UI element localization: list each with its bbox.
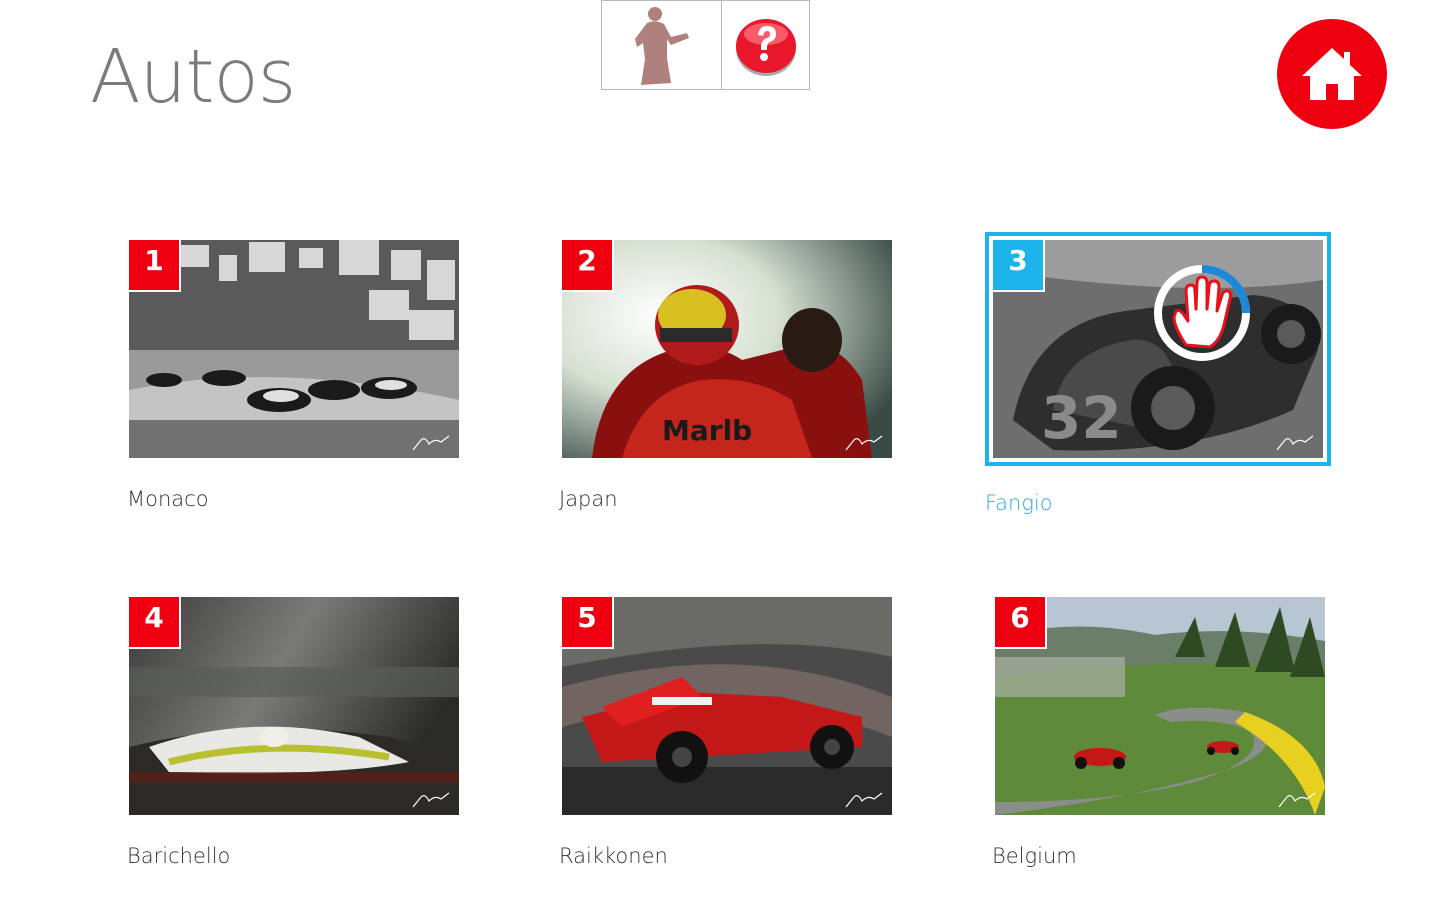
help-question-icon [735, 19, 796, 76]
home-button[interactable] [1277, 19, 1387, 129]
signature-mark [845, 792, 883, 808]
tile-number-badge: 2 [560, 238, 614, 292]
signature-mark [1276, 435, 1314, 451]
tile-number-badge: 6 [993, 595, 1047, 649]
page-title: Autos [90, 34, 296, 120]
tile-label-raikkonen[interactable]: Raikkonen [559, 844, 668, 868]
tile-label-fangio[interactable]: Fangio [985, 491, 1053, 515]
signature-mark [412, 792, 450, 808]
svg-text:32: 32 [1041, 384, 1122, 452]
signature-mark [845, 435, 883, 451]
tile-belgium[interactable]: 6 [993, 595, 1325, 815]
tile-number-badge: 1 [127, 238, 181, 292]
person-silhouette-button[interactable] [602, 1, 721, 89]
tile-raikkonen[interactable]: 5 [560, 595, 892, 815]
person-silhouette-icon [634, 7, 689, 85]
tile-number-badge: 3 [991, 238, 1045, 292]
hand-cursor-icon [1172, 275, 1233, 349]
signature-mark [412, 435, 450, 451]
hand-cursor [1152, 263, 1252, 363]
tile-label-belgium[interactable]: Belgium [992, 844, 1077, 868]
tile-barichello[interactable]: 4 [127, 595, 459, 815]
tile-monaco[interactable]: 1 [127, 238, 459, 458]
tile-label-barichello[interactable]: Barichello [127, 844, 230, 868]
tile-label-japan[interactable]: Japan [559, 487, 618, 511]
toolbar [601, 0, 810, 90]
tile-number-badge: 5 [560, 595, 614, 649]
home-icon [1302, 48, 1362, 100]
tile-japan[interactable]: Marlb 2 [560, 238, 892, 458]
signature-mark [1278, 792, 1316, 808]
help-button[interactable] [721, 1, 809, 89]
svg-text:Marlb: Marlb [662, 414, 752, 447]
tile-number-badge: 4 [127, 595, 181, 649]
tile-label-monaco[interactable]: Monaco [127, 487, 209, 511]
